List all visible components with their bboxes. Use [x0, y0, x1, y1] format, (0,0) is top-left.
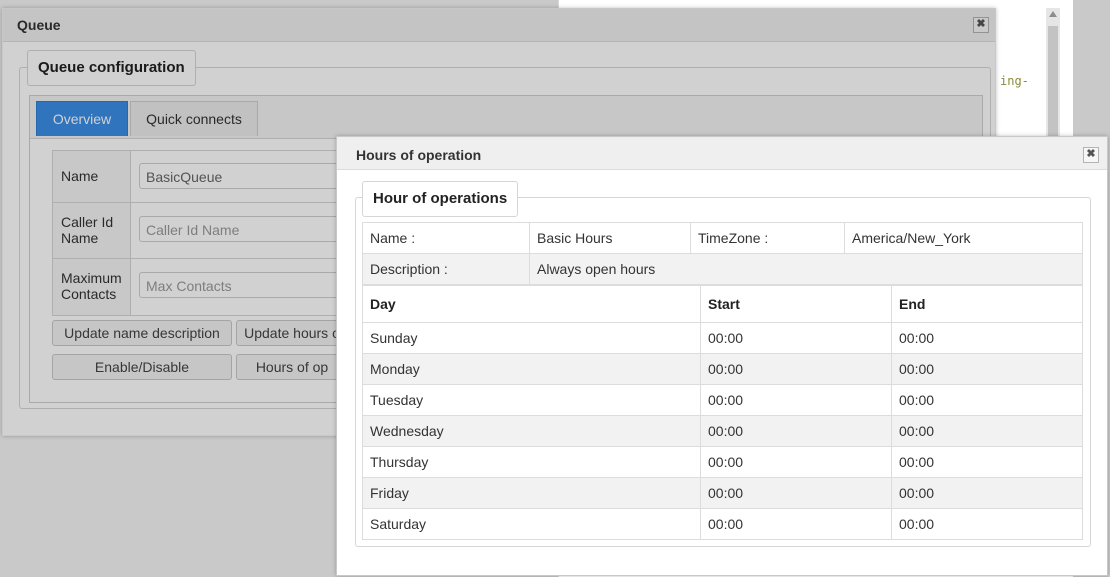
end-cell: 00:00: [891, 477, 1083, 509]
start-cell: 00:00: [700, 508, 892, 540]
hours-of-operation-button[interactable]: Hours of op: [236, 354, 348, 380]
hours-dialog-title: Hours of operation: [356, 147, 482, 163]
hours-dialog-titlebar[interactable]: Hours of operation ✖: [337, 137, 1107, 170]
column-header-end: End: [891, 285, 1083, 323]
queue-dialog-titlebar[interactable]: Queue ✖: [3, 9, 995, 42]
day-cell: Monday: [362, 353, 701, 385]
hours-legend: Hour of operations: [362, 181, 519, 217]
update-name-description-button[interactable]: Update name description: [52, 320, 232, 346]
timezone-value: America/New_York: [844, 222, 1083, 254]
caller-id-label: Caller Id Name: [53, 203, 131, 259]
info-row-name: Name : Basic Hours TimeZone : America/Ne…: [362, 222, 1083, 254]
end-cell: 00:00: [891, 446, 1083, 478]
queue-dialog-title: Queue: [17, 17, 61, 33]
hours-of-operation-dialog: Hours of operation ✖ Hour of operations …: [336, 136, 1108, 576]
scrollbar-thumb[interactable]: [1048, 26, 1058, 144]
scroll-up-arrow-icon[interactable]: [1049, 11, 1057, 17]
day-cell: Tuesday: [362, 384, 701, 416]
name-row: Name BasicQueue: [52, 150, 383, 204]
hours-info-table: Name : Basic Hours TimeZone : America/Ne…: [362, 222, 1083, 285]
hours-dialog-close-icon[interactable]: ✖: [1083, 147, 1099, 163]
name-value: Basic Hours: [529, 222, 691, 254]
timezone-label: TimeZone :: [690, 222, 845, 254]
end-cell: 00:00: [891, 415, 1083, 447]
table-row: Saturday 00:00 00:00: [362, 508, 1083, 540]
start-cell: 00:00: [700, 477, 892, 509]
column-header-start: Start: [700, 285, 892, 323]
start-cell: 00:00: [700, 415, 892, 447]
start-cell: 00:00: [700, 446, 892, 478]
schedule-header-row: Day Start End: [362, 285, 1083, 323]
start-cell: 00:00: [700, 322, 892, 354]
queue-tabstrip: Overview Quick connects: [30, 96, 982, 139]
description-value: Always open hours: [529, 253, 1083, 285]
start-cell: 00:00: [700, 384, 892, 416]
column-header-day: Day: [362, 285, 701, 323]
info-row-description: Description : Always open hours: [362, 253, 1083, 285]
table-row: Thursday 00:00 00:00: [362, 446, 1083, 478]
day-cell: Thursday: [362, 446, 701, 478]
tab-overview[interactable]: Overview: [36, 101, 128, 136]
background-scrollbar[interactable]: [1046, 8, 1060, 148]
hours-schedule-table: Day Start End Sunday 00:00 00:00 Monday …: [362, 285, 1083, 540]
end-cell: 00:00: [891, 384, 1083, 416]
update-hours-button[interactable]: Update hours o: [236, 320, 348, 346]
day-cell: Friday: [362, 477, 701, 509]
description-label: Description :: [362, 253, 530, 285]
end-cell: 00:00: [891, 322, 1083, 354]
name-label: Name: [53, 151, 131, 203]
background-code-snippet: ing-: [1000, 74, 1029, 88]
enable-disable-button[interactable]: Enable/Disable: [52, 354, 232, 380]
table-row: Monday 00:00 00:00: [362, 353, 1083, 385]
queue-dialog-close-icon[interactable]: ✖: [973, 17, 989, 33]
max-contacts-label: Maximum Contacts: [53, 259, 131, 315]
table-row: Friday 00:00 00:00: [362, 477, 1083, 509]
queue-config-legend: Queue configuration: [27, 50, 196, 86]
tab-quick-connects[interactable]: Quick connects: [130, 101, 258, 136]
start-cell: 00:00: [700, 353, 892, 385]
end-cell: 00:00: [891, 508, 1083, 540]
max-contacts-row: Maximum Contacts Max Contacts: [52, 258, 383, 316]
day-cell: Sunday: [362, 322, 701, 354]
name-label: Name :: [362, 222, 530, 254]
table-row: Tuesday 00:00 00:00: [362, 384, 1083, 416]
table-row: Wednesday 00:00 00:00: [362, 415, 1083, 447]
end-cell: 00:00: [891, 353, 1083, 385]
table-row: Sunday 00:00 00:00: [362, 322, 1083, 354]
day-cell: Saturday: [362, 508, 701, 540]
caller-id-row: Caller Id Name Caller Id Name: [52, 202, 383, 260]
day-cell: Wednesday: [362, 415, 701, 447]
